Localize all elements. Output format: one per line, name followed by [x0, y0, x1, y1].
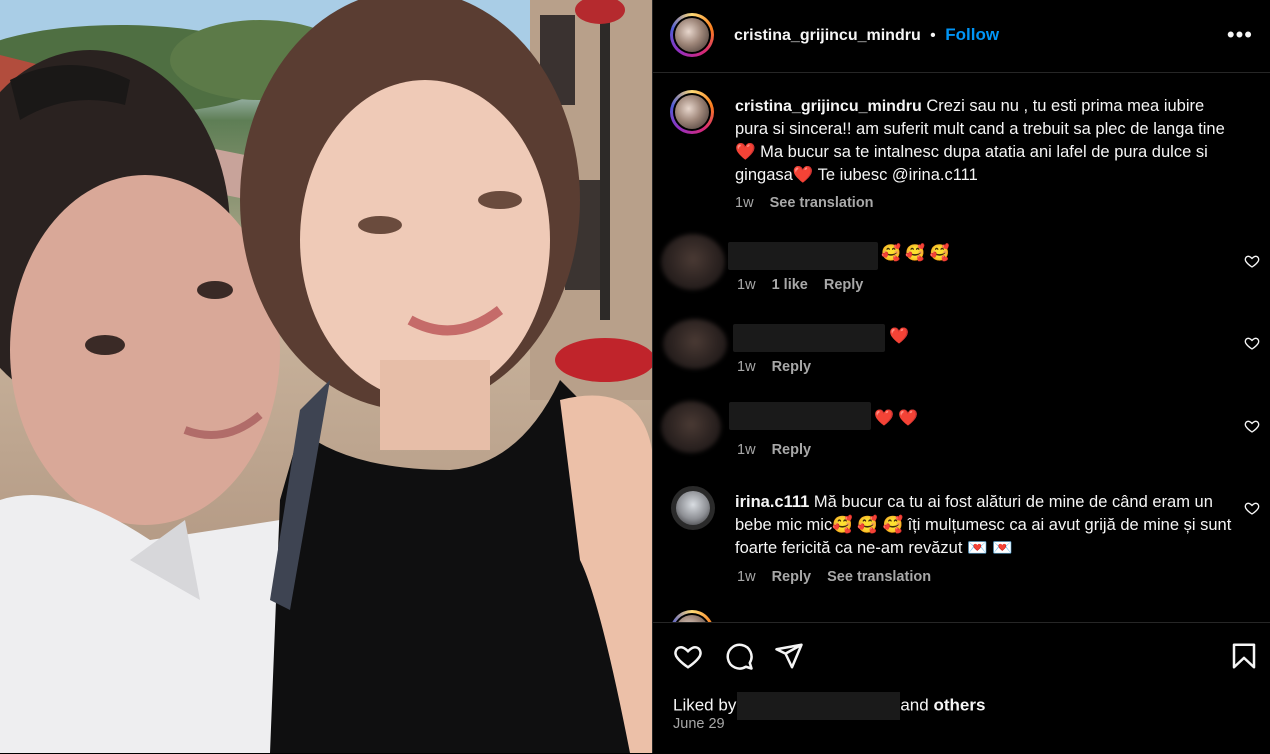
caption-meta: 1w See translation [735, 195, 874, 211]
comment-username-redacted [728, 242, 878, 270]
comment-text: Mă bucur ca tu ai fost alături de mine d… [735, 493, 1232, 557]
instagram-post-view: cristina_grijincu_mindru • Follow ••• cr… [0, 0, 1270, 753]
reply-button[interactable]: Reply [772, 569, 812, 585]
comment-meta: 1w Reply [737, 359, 811, 375]
comment-username[interactable]: irina.c111 [735, 493, 809, 511]
post-header: cristina_grijincu_mindru • Follow ••• [653, 0, 1270, 73]
comment-time: 1w [737, 359, 756, 375]
comment-text: ❤️ [889, 328, 909, 345]
like-comment-heart-icon[interactable] [1244, 418, 1260, 434]
separator-dot: • [930, 27, 936, 44]
author-avatar[interactable] [670, 13, 714, 57]
bookmark-icon[interactable] [1229, 641, 1259, 671]
caption-avatar[interactable] [670, 90, 714, 134]
reply-button[interactable]: Reply [772, 359, 812, 375]
comment-time: 1w [737, 442, 756, 458]
post-caption: cristina_grijincu_mindru Crezi sau nu , … [735, 95, 1235, 187]
liked-by-username-redacted[interactable] [737, 692, 901, 720]
comment-icon[interactable] [724, 641, 754, 671]
comment-time: 1w [737, 569, 756, 585]
selfie-illustration [0, 0, 652, 753]
follow-button[interactable]: Follow [945, 25, 999, 44]
share-icon[interactable] [774, 641, 804, 671]
comment-avatar[interactable] [663, 319, 727, 369]
comment-username-redacted [729, 402, 871, 430]
comment-avatar[interactable] [661, 401, 721, 453]
post-photo[interactable] [0, 0, 652, 753]
like-comment-heart-icon[interactable] [1244, 335, 1260, 351]
more-options-icon[interactable]: ••• [1227, 22, 1253, 48]
comment-see-translation[interactable]: See translation [827, 569, 931, 585]
comment-meta: 1w 1 like Reply [737, 277, 863, 293]
comment-avatar[interactable] [671, 486, 715, 530]
next-comment-avatar-partial [670, 610, 714, 622]
caption-time: 1w [735, 195, 754, 211]
post-actions-bar [653, 622, 1270, 754]
caption-see-translation[interactable]: See translation [770, 195, 874, 211]
like-comment-heart-icon[interactable] [1244, 500, 1260, 516]
comment-text: ❤️ ❤️ [874, 410, 919, 427]
liked-by-and: and [900, 695, 929, 715]
header-user-line: cristina_grijincu_mindru • Follow [734, 25, 999, 45]
comment-time: 1w [737, 277, 756, 293]
reply-button[interactable]: Reply [824, 277, 864, 293]
caption-username[interactable]: cristina_grijincu_mindru [735, 98, 922, 115]
comment-text: 🥰 🥰 🥰 [881, 245, 950, 262]
comment-meta: 1w Reply See translation [737, 569, 931, 585]
comment-body: irina.c111 Mă bucur ca tu ai fost alătur… [735, 491, 1235, 560]
comment-username-redacted [733, 324, 885, 352]
comment-meta: 1w Reply [737, 442, 811, 458]
author-username[interactable]: cristina_grijincu_mindru [734, 27, 921, 44]
comment-avatar[interactable] [661, 234, 725, 290]
comment-likes[interactable]: 1 like [772, 277, 808, 293]
reply-button[interactable]: Reply [772, 442, 812, 458]
liked-by-prefix: Liked by [673, 695, 737, 715]
like-comment-heart-icon[interactable] [1244, 253, 1260, 269]
heart-emoji: ❤️ [735, 143, 756, 161]
liked-by-others-link[interactable]: others [933, 695, 985, 714]
post-details-panel: cristina_grijincu_mindru • Follow ••• cr… [652, 0, 1270, 753]
heart-icon[interactable] [673, 641, 703, 671]
caption-text-3: Te iubesc @irina.c111 [813, 166, 978, 184]
post-date[interactable]: June 29 [673, 716, 725, 732]
heart-emoji: ❤️ [792, 166, 814, 184]
